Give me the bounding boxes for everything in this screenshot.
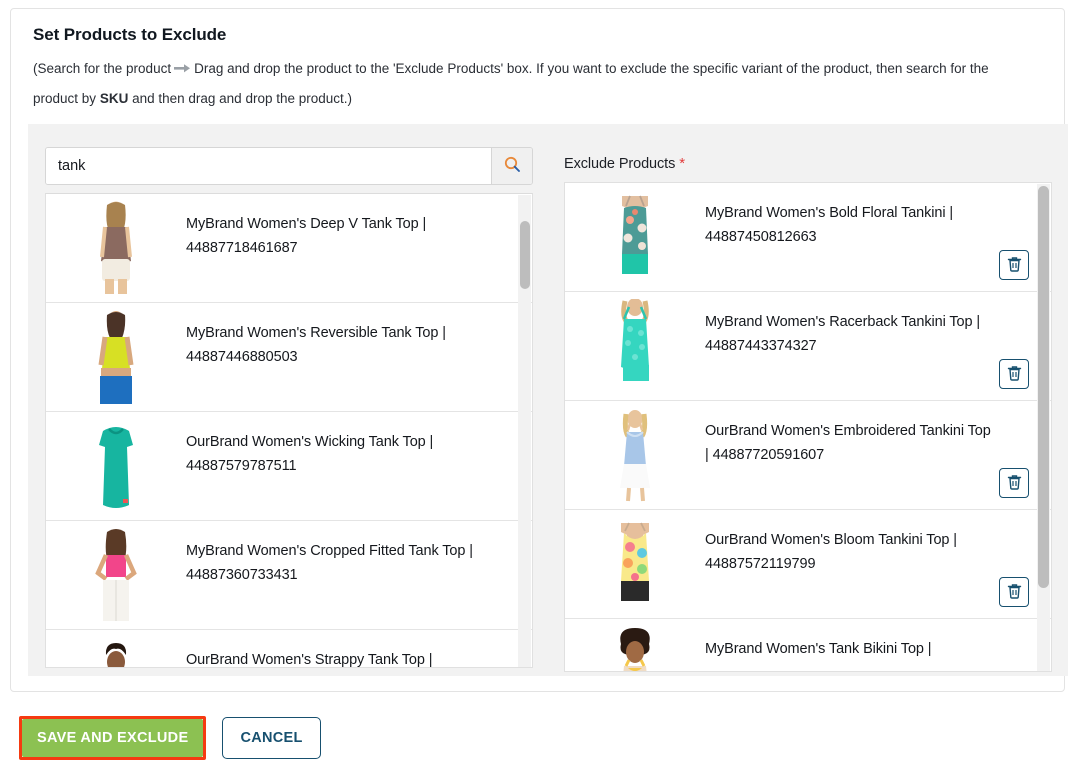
delete-button[interactable] — [999, 468, 1029, 498]
product-thumbnail — [46, 521, 186, 630]
list-item-text: MyBrand Women's Tank Bikini Top | — [705, 619, 1051, 661]
delete-button[interactable] — [999, 250, 1029, 280]
delete-button[interactable] — [999, 359, 1029, 389]
product-name: MyBrand Women's Bold Floral Tankini | — [705, 205, 954, 221]
list-item[interactable]: MyBrand Women's Cropped Fitted Tank Top … — [46, 521, 532, 630]
trash-icon — [1007, 256, 1022, 275]
product-name: MyBrand Women's Reversible Tank Top | — [186, 325, 446, 341]
product-sku: 44887720591607 — [712, 447, 825, 463]
exclude-products-column: Exclude Products * MyBrand Women's Bold … — [564, 147, 1052, 672]
arrow-right-icon — [174, 57, 191, 85]
product-name: MyBrand Women's Tank Bikini Top | — [705, 641, 932, 657]
product-thumbnail — [46, 630, 186, 667]
list-item-text: OurBrand Women's Embroidered Tankini Top… — [705, 401, 1051, 467]
list-item[interactable]: OurBrand Women's Embroidered Tankini Top… — [565, 401, 1051, 510]
list-item-text: MyBrand Women's Reversible Tank Top | 44… — [186, 303, 532, 369]
list-item-text: MyBrand Women's Deep V Tank Top | 448877… — [186, 194, 532, 260]
product-sku: 44887360733431 — [186, 567, 298, 583]
search-results-list[interactable]: MyBrand Women's Deep V Tank Top | 448877… — [45, 193, 533, 668]
product-name: MyBrand Women's Deep V Tank Top | — [186, 216, 427, 232]
page-description: (Search for the product Drag and drop the… — [33, 55, 1033, 113]
required-asterisk: * — [679, 155, 685, 172]
product-name: OurBrand Women's Bloom Tankini Top | — [705, 532, 957, 548]
list-item[interactable]: OurBrand Women's Wicking Tank Top | 4488… — [46, 412, 532, 521]
exclude-products-label-text: Exclude Products — [564, 156, 676, 172]
drag-drop-panel: MyBrand Women's Deep V Tank Top | 448877… — [28, 124, 1068, 676]
exclude-products-label: Exclude Products * — [564, 155, 1052, 172]
list-item-text: OurBrand Women's Wicking Tank Top | 4488… — [186, 412, 532, 478]
delete-button[interactable] — [999, 577, 1029, 607]
list-item-text: MyBrand Women's Racerback Tankini Top | … — [705, 292, 1051, 358]
search-results-scroll: MyBrand Women's Deep V Tank Top | 448877… — [46, 194, 532, 667]
product-thumbnail — [46, 412, 186, 521]
product-name: OurBrand Women's Wicking Tank Top | — [186, 434, 434, 450]
trash-icon — [1007, 583, 1022, 602]
list-item[interactable]: OurBrand Women's Bloom Tankini Top | 448… — [565, 510, 1051, 619]
trash-icon — [1007, 365, 1022, 384]
product-thumbnail — [565, 619, 705, 671]
action-footer: SAVE AND EXCLUDE CANCEL — [10, 716, 1065, 760]
product-sku: 44887572119799 — [705, 556, 816, 572]
save-button-highlight: SAVE AND EXCLUDE — [19, 716, 207, 760]
product-thumbnail — [565, 510, 705, 619]
product-sku: 44887579787511 — [186, 458, 297, 474]
list-item[interactable]: MyBrand Women's Tank Bikini Top | — [565, 619, 1051, 671]
list-item[interactable]: MyBrand Women's Racerback Tankini Top | … — [565, 292, 1051, 401]
product-name: MyBrand Women's Racerback Tankini Top | — [705, 314, 981, 330]
list-item[interactable]: OurBrand Women's Strappy Tank Top | — [46, 630, 532, 667]
product-name: OurBrand Women's Strappy Tank Top | — [186, 652, 433, 667]
list-item-text: MyBrand Women's Bold Floral Tankini | 44… — [705, 183, 1051, 249]
list-item[interactable]: MyBrand Women's Bold Floral Tankini | 44… — [565, 183, 1051, 292]
list-item[interactable]: MyBrand Women's Reversible Tank Top | 44… — [46, 303, 532, 412]
product-sku: 44887446880503 — [186, 349, 298, 365]
list-item-text: OurBrand Women's Strappy Tank Top | — [186, 630, 532, 667]
cancel-button[interactable]: CANCEL — [222, 717, 321, 759]
product-thumbnail — [46, 303, 186, 412]
description-sku-bold: SKU — [99, 91, 129, 106]
search-bar — [45, 147, 533, 185]
product-thumbnail — [46, 194, 186, 303]
save-and-exclude-button[interactable]: SAVE AND EXCLUDE — [22, 719, 204, 757]
search-icon — [504, 156, 521, 176]
exclude-products-dropzone[interactable]: MyBrand Women's Bold Floral Tankini | 44… — [564, 182, 1052, 672]
list-item[interactable]: MyBrand Women's Deep V Tank Top | 448877… — [46, 194, 532, 303]
exclude-products-page: Set Products to Exclude (Search for the … — [0, 0, 1075, 770]
product-search-column: MyBrand Women's Deep V Tank Top | 448877… — [45, 147, 533, 668]
card-header: Set Products to Exclude (Search for the … — [11, 9, 1064, 113]
product-sku: 44887443374327 — [705, 338, 817, 354]
search-button[interactable] — [491, 148, 532, 184]
product-sku: 44887718461687 — [186, 240, 298, 256]
list-item-text: OurBrand Women's Bloom Tankini Top | 448… — [705, 510, 1051, 576]
list-item-text: MyBrand Women's Cropped Fitted Tank Top … — [186, 521, 532, 587]
search-input[interactable] — [46, 148, 491, 184]
trash-icon — [1007, 474, 1022, 493]
description-part-1: (Search for the product — [33, 61, 172, 76]
product-thumbnail — [565, 183, 705, 292]
exclude-list-scrollbar-thumb[interactable] — [1038, 186, 1049, 588]
product-thumbnail — [565, 292, 705, 401]
product-name: MyBrand Women's Cropped Fitted Tank Top … — [186, 543, 473, 559]
exclude-products-card: Set Products to Exclude (Search for the … — [10, 8, 1068, 692]
product-thumbnail — [565, 401, 705, 510]
product-sku: 44887450812663 — [705, 229, 817, 245]
description-part-3: and then drag and drop the product.) — [132, 91, 353, 106]
search-results-scrollbar-thumb[interactable] — [520, 221, 530, 289]
page-title: Set Products to Exclude — [33, 25, 227, 44]
